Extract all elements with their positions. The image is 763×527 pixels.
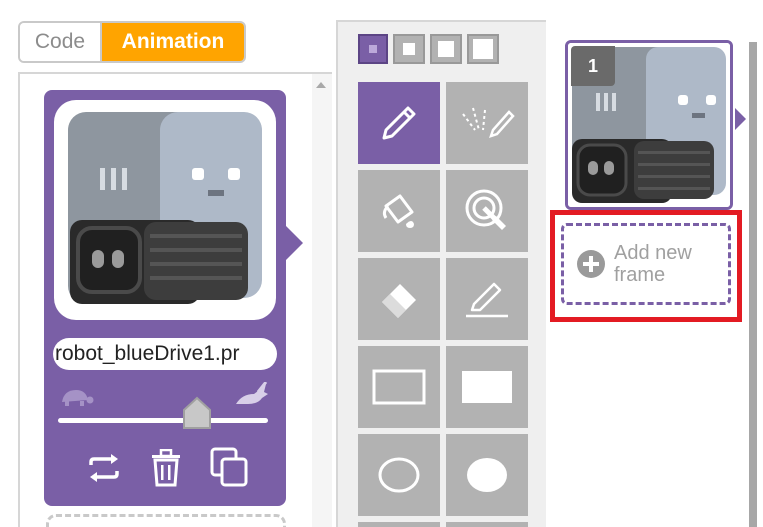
animation-editor: Code Animation robot_blueDrive1.pr 1 Add…: [0, 0, 763, 527]
eyedropper-tool-button[interactable]: [446, 170, 528, 252]
ellipse-filled-tool-button[interactable]: [446, 434, 528, 516]
animation-name-input[interactable]: robot_blueDrive1.pr: [53, 338, 277, 370]
paint-bucket-icon: [382, 194, 414, 228]
tool-panel: [336, 20, 546, 527]
loop-button[interactable]: [82, 446, 126, 490]
pen-line-icon: [466, 282, 508, 318]
frames-scrollbar[interactable]: [749, 42, 757, 527]
animation-card-selected[interactable]: robot_blueDrive1.pr: [44, 90, 303, 506]
brush-size-4-button[interactable]: [467, 34, 499, 64]
rabbit-icon: [236, 382, 268, 404]
eraser-tool-button[interactable]: [358, 258, 440, 340]
speed-control: [58, 382, 272, 434]
line-icon: [462, 107, 515, 138]
animation-list-scrollbar[interactable]: [312, 74, 332, 527]
brush-size-3-button[interactable]: [430, 34, 462, 64]
tool-button-partial-2[interactable]: [446, 522, 528, 527]
ellipse-outline-tool-button[interactable]: [358, 434, 440, 516]
pencil-icon: [382, 106, 416, 140]
animation-card-next[interactable]: [46, 514, 286, 527]
speed-slider-handle[interactable]: [182, 396, 212, 430]
ellipse-outline-icon: [378, 457, 420, 493]
turtle-icon: [62, 390, 94, 406]
pen-tool-button[interactable]: [446, 258, 528, 340]
ellipse-filled-icon: [467, 458, 507, 492]
tool-button-partial-1[interactable]: [358, 522, 440, 527]
frames-panel: 1 Add new frame: [546, 20, 763, 527]
brush-size-2-button[interactable]: [393, 34, 425, 64]
eyedropper-icon: [465, 189, 506, 230]
selected-frame-pointer-icon: [735, 108, 746, 130]
scroll-up-icon[interactable]: [316, 82, 326, 88]
fill-tool-button[interactable]: [358, 170, 440, 252]
add-new-frame-label: Add new frame: [614, 242, 692, 286]
left-panel: Code Animation robot_blueDrive1.pr: [0, 0, 332, 527]
brush-size-selector: [358, 34, 499, 64]
mode-toggle: Code Animation: [18, 21, 246, 63]
pencil-tool-button[interactable]: [358, 82, 440, 164]
loop-icon: [89, 454, 119, 482]
brush-size-1-button[interactable]: [358, 34, 388, 64]
trash-icon: [152, 449, 180, 487]
animation-thumbnail: [54, 100, 276, 320]
rectangle-outline-icon: [372, 369, 426, 405]
line-tool-button[interactable]: [446, 82, 528, 164]
rectangle-filled-icon: [462, 371, 512, 403]
duplicate-icon: [210, 447, 248, 487]
frame-thumbnail[interactable]: 1: [565, 40, 733, 210]
code-mode-button[interactable]: Code: [20, 23, 102, 61]
robot-sprite-image: [68, 112, 262, 308]
duplicate-button[interactable]: [208, 446, 252, 490]
add-new-frame-button[interactable]: Add new frame: [561, 223, 731, 305]
delete-button[interactable]: [144, 446, 188, 490]
plus-circle-icon: [577, 250, 605, 278]
rectangle-filled-tool-button[interactable]: [446, 346, 528, 428]
frame-number-badge: 1: [571, 46, 615, 86]
speed-slider-track[interactable]: [58, 418, 268, 423]
rectangle-outline-tool-button[interactable]: [358, 346, 440, 428]
animation-mode-button[interactable]: Animation: [102, 23, 244, 61]
eraser-icon: [382, 284, 416, 318]
animation-card-actions: [82, 446, 252, 494]
animation-list: robot_blueDrive1.pr: [18, 72, 332, 527]
selected-pointer-icon: [286, 226, 303, 260]
